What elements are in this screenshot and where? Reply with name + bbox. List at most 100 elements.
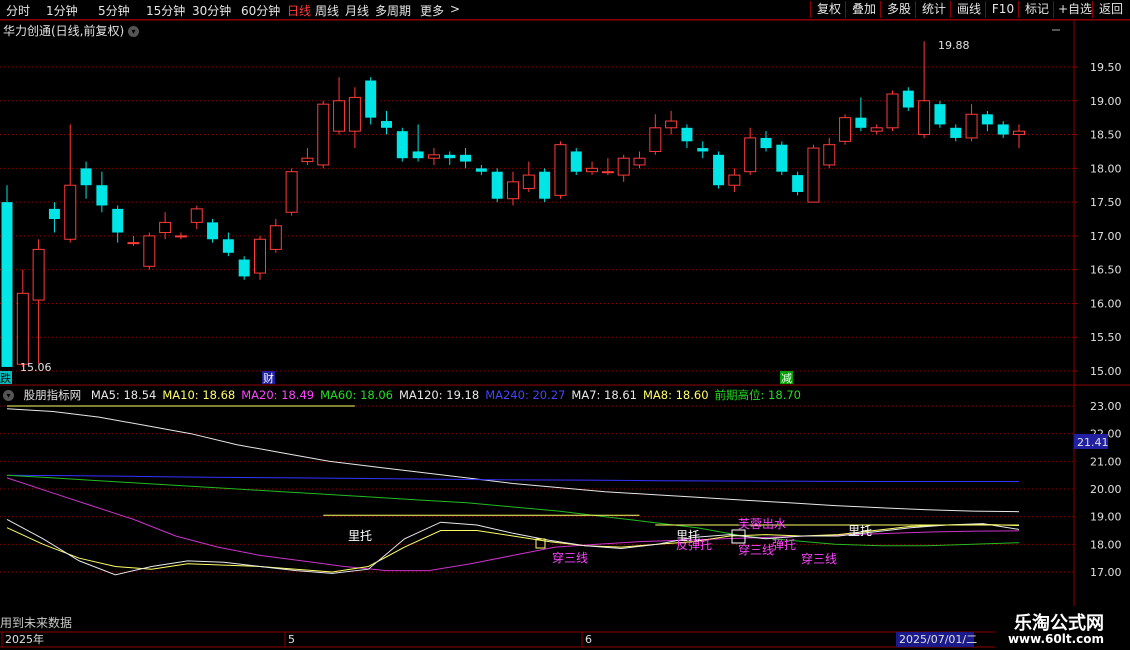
indicator-value: MA60: 18.06 bbox=[320, 388, 393, 402]
candle-body-down bbox=[681, 127, 693, 142]
candle-body-down bbox=[396, 131, 408, 159]
series-line-ma120 bbox=[6, 408, 1020, 513]
indicator-annotations: 里托穿三线里托反弹托芙蓉出水穿三线弹托穿三线里托 bbox=[348, 517, 872, 566]
candle-body-down bbox=[1, 202, 13, 367]
candle-body-up bbox=[174, 235, 187, 238]
date-label: 5 bbox=[288, 633, 295, 646]
price-tick-label: 15.00 bbox=[1090, 365, 1122, 378]
candle-body-up bbox=[823, 144, 836, 166]
indicator-tick-label: 18.00 bbox=[1090, 538, 1122, 551]
indicator-annotation: 穿三线 bbox=[738, 542, 774, 557]
future-data-note: 用到未来数据 bbox=[0, 616, 73, 630]
price-tick-label: 17.50 bbox=[1090, 196, 1122, 209]
indicator-grid bbox=[0, 405, 1074, 573]
candle-body-up bbox=[427, 154, 440, 159]
price-tick-label: 16.50 bbox=[1090, 264, 1122, 277]
indicator-axis: 23.0022.0021.0020.0019.0018.0017.00 bbox=[1090, 400, 1122, 579]
candle-body-down bbox=[760, 137, 772, 149]
candle-body-up bbox=[839, 117, 852, 142]
candle-body-down bbox=[222, 239, 234, 253]
price-tick-label: 15.50 bbox=[1090, 331, 1122, 344]
candle-body-up bbox=[601, 171, 614, 174]
current-value-label: 21.41 bbox=[1077, 436, 1109, 449]
indicator-annotation: 穿三线 bbox=[552, 550, 588, 565]
indicator-header: ▾ 股朋指标网 MA5: 18.54 MA10: 18.68 MA20: 18.49… bbox=[3, 387, 813, 403]
indicator-tick-label: 20.00 bbox=[1090, 483, 1122, 496]
candle-body-up bbox=[301, 157, 314, 163]
candle-body-down bbox=[96, 185, 108, 206]
candle-body-down bbox=[238, 259, 250, 277]
candle-body-up bbox=[64, 184, 77, 240]
date-label: 6 bbox=[585, 633, 592, 646]
candle-body-up bbox=[348, 96, 361, 132]
price-tick-label: 18.00 bbox=[1090, 162, 1122, 175]
indicator-annotation: 里托 bbox=[848, 524, 872, 538]
candlesticks bbox=[1, 41, 1025, 367]
candle-body-up bbox=[807, 147, 820, 203]
indicator-annotation: 反弹托 bbox=[676, 538, 712, 552]
price-tick-label: 17.00 bbox=[1090, 230, 1122, 243]
candle-body-up bbox=[617, 157, 630, 176]
candle-body-down bbox=[475, 168, 487, 172]
indicator-annotation: 芙蓉出水 bbox=[738, 517, 786, 531]
candle-body-up bbox=[1013, 130, 1025, 136]
price-tick-label: 16.00 bbox=[1090, 297, 1122, 310]
candle-body-down bbox=[981, 114, 993, 125]
indicator-value: MA10: 18.68 bbox=[162, 388, 236, 402]
candle-body-down bbox=[950, 127, 962, 138]
candle-body-up bbox=[317, 103, 330, 166]
price-tick-label: 19.00 bbox=[1090, 95, 1122, 108]
indicator-value: MA8: 18.60 bbox=[642, 388, 709, 402]
candle-body-up bbox=[16, 292, 29, 365]
indicator-annotation: 穿三线 bbox=[801, 551, 837, 566]
candle-body-up bbox=[190, 208, 203, 223]
indicator-tick-label: 17.00 bbox=[1090, 566, 1122, 579]
chevron-down-icon[interactable]: ▾ bbox=[3, 390, 14, 401]
indicator-annotation: 里托 bbox=[348, 529, 372, 543]
event-marker-die[interactable]: 跌 bbox=[0, 371, 11, 385]
candle-body-down bbox=[491, 171, 503, 199]
candle-body-down bbox=[444, 154, 456, 159]
candle-body-up bbox=[333, 100, 346, 132]
event-marker-cai[interactable]: 财 bbox=[263, 371, 274, 385]
candle-body-down bbox=[570, 151, 582, 172]
indicator-tick-label: 21.00 bbox=[1090, 455, 1122, 468]
candle-body-up bbox=[633, 157, 646, 166]
candle-body-up bbox=[918, 100, 931, 136]
candle-body-up bbox=[522, 174, 535, 190]
indicator-value: MA7: 18.61 bbox=[571, 388, 637, 402]
candle-body-up bbox=[554, 144, 567, 196]
indicator-values: MA5: 18.54 MA10: 18.68 MA20: 18.49 MA60: 18… bbox=[91, 388, 807, 402]
price-tick-label: 19.50 bbox=[1090, 61, 1122, 74]
candle-body-down bbox=[855, 117, 867, 128]
candle-body-down bbox=[365, 80, 377, 118]
candle-body-up bbox=[886, 93, 899, 129]
date-axis: 2025年 5 6 bbox=[1, 632, 592, 647]
high-price-label: 19.88 bbox=[938, 39, 970, 52]
candle-body-up bbox=[586, 167, 599, 173]
candle-body-down bbox=[792, 175, 804, 192]
candle-body-up bbox=[32, 248, 45, 301]
candle-body-down bbox=[460, 154, 472, 162]
indicator-name[interactable]: 股朋指标网 bbox=[24, 388, 82, 402]
price-grid bbox=[0, 66, 1074, 372]
candle-body-down bbox=[412, 151, 424, 159]
indicator-lines bbox=[6, 405, 1020, 576]
candle-body-up bbox=[649, 127, 662, 152]
candle-body-up bbox=[965, 113, 978, 139]
low-price-label: 15.06 bbox=[20, 361, 52, 374]
indicator-value: MA5: 18.54 bbox=[90, 388, 157, 402]
watermark: 乐淘公式网 www.60lt.com bbox=[995, 606, 1130, 650]
event-marker-jian[interactable]: 减 bbox=[781, 372, 792, 385]
indicator-value: MA120: 19.18 bbox=[399, 388, 480, 402]
candle-body-up bbox=[870, 127, 883, 132]
indicator-tick-label: 19.00 bbox=[1090, 511, 1122, 524]
candle-body-up bbox=[159, 221, 172, 234]
candle-body-up bbox=[285, 171, 298, 213]
candle-body-down bbox=[713, 154, 725, 186]
chart-canvas[interactable]: 19.50 19.00 18.50 18.00 17.50 17.00 16.50 16.00… bbox=[0, 0, 1130, 650]
candle-body-down bbox=[381, 121, 392, 128]
indicator-value: MA240: 20.27 bbox=[485, 388, 566, 402]
watermark-url: www.60lt.com bbox=[1007, 632, 1104, 646]
candle-body-up bbox=[143, 235, 156, 267]
